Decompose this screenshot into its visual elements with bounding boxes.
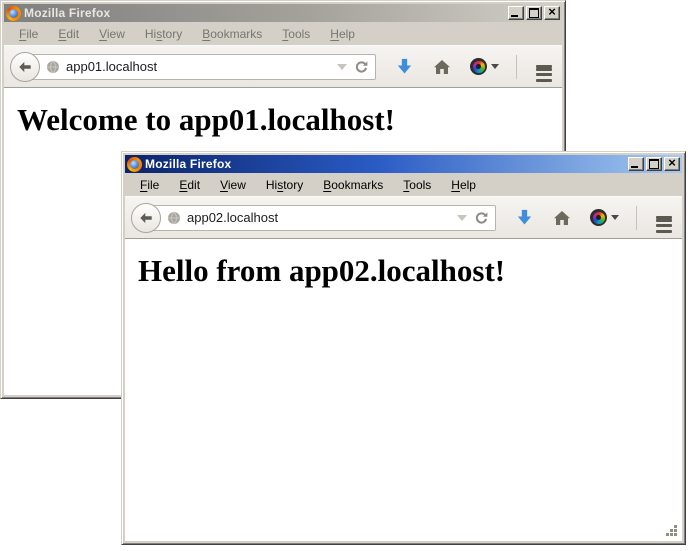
url-text[interactable]: app01.localhost (66, 59, 331, 74)
toolbar-separator (636, 206, 637, 230)
colorwheel-icon (470, 58, 487, 75)
page-heading: Hello from app02.localhost! (138, 253, 682, 289)
reload-button[interactable] (353, 59, 369, 75)
navigation-toolbar: app02.localhost (125, 196, 682, 239)
home-button[interactable] (553, 210, 571, 226)
chevron-down-icon (491, 64, 499, 69)
urlbar-dropdown-icon[interactable] (337, 64, 347, 70)
menu-edit[interactable]: Edit (48, 24, 89, 44)
window-title: Mozilla Firefox (145, 157, 625, 171)
hamburger-icon (536, 65, 552, 68)
menu-tools[interactable]: Tools (393, 175, 441, 195)
menu-panel-button[interactable] (656, 214, 672, 222)
downloads-button[interactable] (395, 57, 414, 76)
maximize-button[interactable] (526, 6, 542, 20)
menu-help[interactable]: Help (441, 175, 486, 195)
menu-history[interactable]: History (135, 24, 192, 44)
minimize-button[interactable] (628, 157, 644, 171)
close-icon: × (548, 7, 556, 17)
maximize-icon (529, 8, 539, 18)
firefox-app-icon[interactable] (6, 6, 21, 21)
menu-tools[interactable]: Tools (272, 24, 320, 44)
minimize-icon (631, 166, 638, 168)
url-text[interactable]: app02.localhost (187, 210, 451, 225)
titlebar[interactable]: Mozilla Firefox × (125, 155, 682, 173)
menu-bookmarks[interactable]: Bookmarks (192, 24, 272, 44)
hamburger-icon (656, 216, 672, 219)
home-icon (553, 210, 571, 226)
window-title: Mozilla Firefox (24, 6, 505, 20)
close-icon: × (668, 158, 676, 168)
colorwheel-icon (590, 209, 607, 226)
menu-help[interactable]: Help (320, 24, 365, 44)
close-button[interactable]: × (544, 6, 560, 20)
menu-panel-button[interactable] (536, 63, 552, 71)
download-arrow-icon (515, 208, 534, 227)
menu-view[interactable]: View (210, 175, 256, 195)
toolbar-separator (516, 55, 517, 79)
reload-button[interactable] (473, 210, 489, 226)
url-bar[interactable]: app02.localhost (146, 205, 496, 231)
maximize-icon (649, 159, 659, 169)
menu-file[interactable]: File (130, 175, 169, 195)
maximize-button[interactable] (646, 157, 662, 171)
download-arrow-icon (395, 57, 414, 76)
url-bar[interactable]: app01.localhost (25, 54, 376, 80)
close-button[interactable]: × (664, 157, 680, 171)
globe-site-icon (167, 211, 181, 225)
urlbar-dropdown-icon[interactable] (457, 215, 467, 221)
globe-site-icon (46, 60, 60, 74)
home-icon (433, 59, 451, 75)
menu-edit[interactable]: Edit (169, 175, 210, 195)
navigation-toolbar: app01.localhost (4, 45, 562, 88)
home-button[interactable] (433, 59, 451, 75)
downloads-button[interactable] (515, 208, 534, 227)
window-controls: × (508, 6, 560, 20)
menu-bookmarks[interactable]: Bookmarks (313, 175, 393, 195)
menubar: File Edit View History Bookmarks Tools H… (125, 173, 682, 196)
back-arrow-icon (17, 59, 33, 75)
minimize-button[interactable] (508, 6, 524, 20)
menu-view[interactable]: View (89, 24, 135, 44)
colorwheel-extension-button[interactable] (470, 58, 499, 75)
colorwheel-extension-button[interactable] (590, 209, 619, 226)
page-heading: Welcome to app01.localhost! (17, 102, 562, 138)
chevron-down-icon (611, 215, 619, 220)
menu-file[interactable]: File (9, 24, 48, 44)
page-content-app02: Hello from app02.localhost! (125, 239, 682, 541)
firefox-window-app02: Mozilla Firefox × File Edit View History… (121, 151, 686, 545)
minimize-icon (511, 15, 518, 17)
menu-history[interactable]: History (256, 175, 313, 195)
back-button[interactable] (131, 203, 161, 233)
menubar: File Edit View History Bookmarks Tools H… (4, 22, 562, 45)
window-controls: × (628, 157, 680, 171)
titlebar[interactable]: Mozilla Firefox × (4, 4, 562, 22)
back-arrow-icon (138, 210, 154, 226)
firefox-app-icon[interactable] (127, 157, 142, 172)
resize-grip[interactable] (665, 524, 678, 537)
back-button[interactable] (10, 52, 40, 82)
